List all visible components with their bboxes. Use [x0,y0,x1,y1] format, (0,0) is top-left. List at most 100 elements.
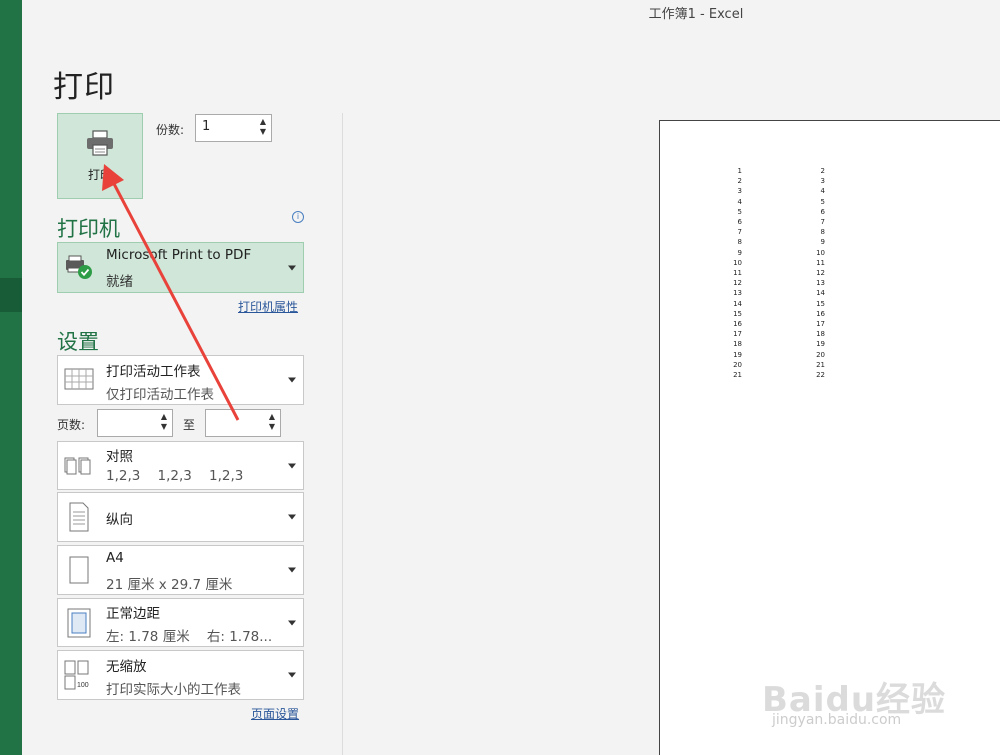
settings-heading: 设置 [57,330,99,354]
printer-ready-icon [64,253,94,283]
preview-cell: 9 [737,248,742,257]
no-scaling-icon: 100 [64,660,94,690]
print-button[interactable]: 打印 [57,113,143,199]
printer-icon [85,129,115,160]
preview-cell: 3 [737,187,742,196]
preview-cell: 16 [816,309,825,318]
preview-cell: 14 [733,299,742,308]
copies-value: 1 [202,119,211,134]
pages-to-stepper[interactable]: ▲ ▼ [205,409,281,437]
sheet-grid-icon [64,365,94,395]
preview-cell: 13 [816,279,825,288]
margins-desc: 左: 1.78 厘米 右: 1.78... [106,629,273,645]
copies-label: 份数: [156,123,185,137]
chevron-down-icon [288,377,296,383]
preview-cell: 20 [733,360,742,369]
pages-label: 页数: [57,418,86,432]
preview-cell: 4 [737,197,742,206]
chevron-down-icon [288,567,296,573]
backstage-nav-strip [0,0,22,755]
chevron-down-icon [288,463,296,468]
preview-cell: 22 [816,371,825,380]
scaling-desc: 打印实际大小的工作表 [106,682,241,698]
preview-cell: 9 [820,238,825,247]
preview-cell: 11 [733,269,742,278]
preview-cell: 12 [733,279,742,288]
preview-cell: 11 [816,258,825,267]
chevron-down-icon [288,672,296,678]
preview-cell: 7 [737,228,742,237]
orientation-select[interactable]: 纵向 [57,492,304,542]
preview-cell: 3 [820,177,825,186]
preview-column-a: 1 2 3 4 5 6 7 8 9 10 11 12 13 14 15 16 17 18 19 20 21 [722,166,742,380]
preview-cell: 17 [816,320,825,329]
pane-divider [342,113,343,755]
preview-cell: 13 [733,289,742,298]
print-button-label: 打印 [87,167,112,182]
page-title: 打印 [53,70,115,105]
backstage-nav-selected-item[interactable] [0,278,22,312]
preview-cell: 21 [733,371,742,380]
preview-cell: 10 [816,248,825,257]
pages-from-stepper[interactable]: ▲ ▼ [97,409,173,437]
baidu-watermark: Baidu经验 jingyan.baidu.com [762,650,994,740]
margins-icon [64,608,94,638]
printer-status: 就绪 [106,274,133,290]
collate-pages-icon [64,451,94,481]
preview-cell: 10 [733,258,742,267]
printer-select[interactable]: Microsoft Print to PDF 就绪 [57,242,304,293]
printer-name: Microsoft Print to PDF [106,247,252,263]
preview-cell: 2 [820,167,825,175]
spin-up-icon[interactable]: ▲ [161,412,167,422]
preview-cell: 6 [737,218,742,227]
spin-down-icon[interactable]: ▼ [260,127,266,137]
window-title: 工作簿1 - Excel [648,7,744,22]
printer-heading: 打印机 [57,217,120,241]
margins-select[interactable]: 正常边距 左: 1.78 厘米 右: 1.78... [57,598,304,647]
margins-title: 正常边距 [106,606,160,622]
print-scope-title: 打印活动工作表 [106,364,201,380]
preview-cell: 1 [737,167,742,175]
paper-size-select[interactable]: A4 21 厘米 x 29.7 厘米 [57,545,304,595]
preview-cell: 8 [737,238,742,247]
paper-size-title: A4 [106,550,124,566]
spin-down-icon[interactable]: ▼ [161,422,167,432]
chevron-down-icon [288,265,296,270]
preview-cell: 16 [733,320,742,329]
spin-up-icon[interactable]: ▲ [260,117,266,127]
preview-cell: 20 [816,350,825,359]
preview-cell: 7 [820,218,825,227]
preview-cell: 19 [733,350,742,359]
collation-desc: 1,2,3 1,2,3 1,2,3 [106,468,244,484]
paper-size-desc: 21 厘米 x 29.7 厘米 [106,577,233,593]
collation-title: 对照 [106,449,133,465]
preview-cell: 18 [816,330,825,339]
scaling-select[interactable]: 100 无缩放 打印实际大小的工作表 [57,650,304,700]
preview-cell: 15 [733,309,742,318]
collation-select[interactable]: 对照 1,2,3 1,2,3 1,2,3 [57,441,304,490]
preview-cell: 5 [737,207,742,216]
preview-column-b: 2 3 4 5 6 7 8 9 10 11 12 13 14 15 16 17 18 19 20 21 22 [805,166,825,380]
spin-down-icon[interactable]: ▼ [269,422,275,432]
printer-properties-link[interactable]: 打印机属性 [238,298,298,315]
info-icon[interactable]: i [292,211,304,223]
page-setup-link[interactable]: 页面设置 [251,705,299,722]
preview-cell: 8 [820,228,825,237]
copies-stepper[interactable]: 1 ▲ ▼ [195,114,272,142]
preview-cell: 4 [820,187,825,196]
preview-cell: 15 [816,299,825,308]
portrait-page-icon [64,502,94,532]
preview-cell: 6 [820,207,825,216]
print-scope-desc: 仅打印活动工作表 [106,387,214,403]
watermark-url: jingyan.baidu.com [772,712,902,728]
spin-up-icon[interactable]: ▲ [269,412,275,422]
preview-cell: 18 [733,340,742,349]
preview-cell: 19 [816,340,825,349]
preview-cell: 5 [820,197,825,206]
paper-size-icon [64,555,94,585]
chevron-down-icon [288,620,296,625]
preview-cell: 21 [816,360,825,369]
orientation-title: 纵向 [106,512,133,528]
print-scope-select[interactable]: 打印活动工作表 仅打印活动工作表 [57,355,304,405]
preview-cell: 2 [737,177,742,186]
